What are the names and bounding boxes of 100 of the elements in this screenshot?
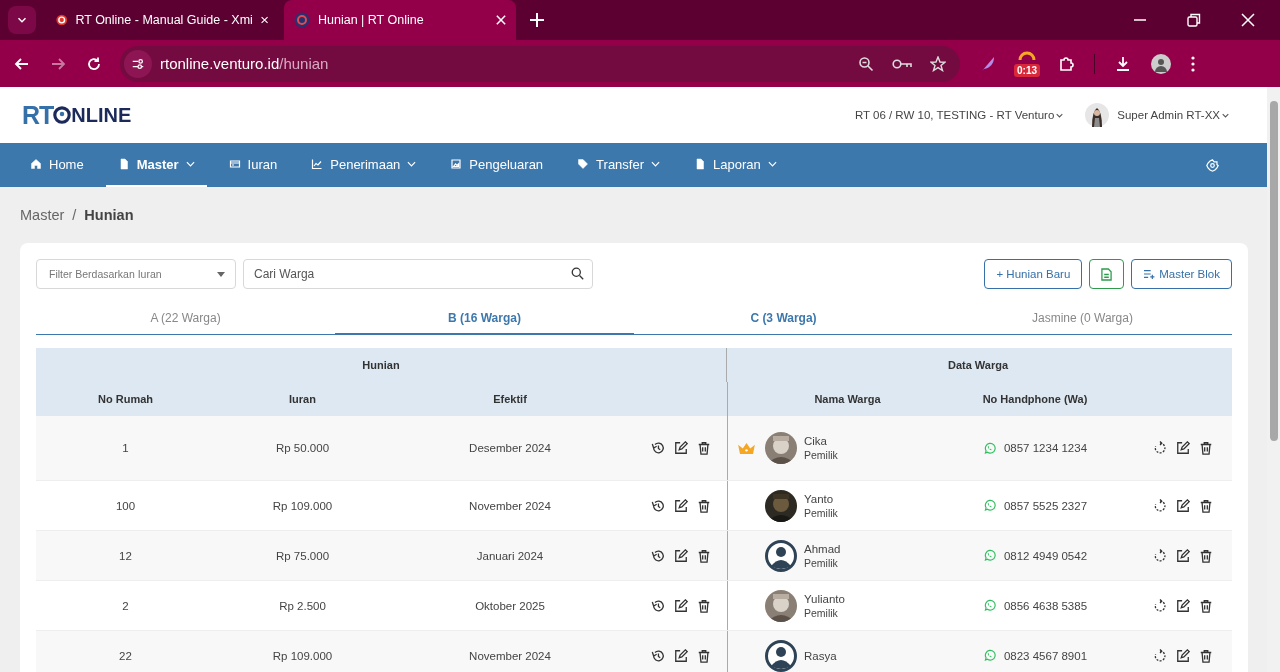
table-cell: Rp 2.500 (279, 599, 326, 612)
history-icon[interactable] (651, 648, 665, 663)
whatsapp-icon (982, 599, 996, 612)
edit-icon[interactable] (1176, 648, 1190, 663)
delete-icon[interactable] (697, 648, 711, 663)
search-field[interactable]: Cari Warga (243, 259, 593, 289)
table-row[interactable]: 22 Rp 109.000 November 2024 Rasya 0823 4567 8901 (36, 631, 1232, 672)
table-cell: 22 (119, 649, 132, 662)
edit-icon[interactable] (674, 441, 688, 455)
nav-item[interactable]: Home (18, 143, 96, 187)
forward-icon[interactable] (50, 55, 66, 72)
site-icon (56, 12, 68, 28)
block-tab[interactable]: A (22 Warga) (36, 301, 335, 335)
table-cell: 12 (119, 549, 132, 562)
menu-icon[interactable] (1191, 55, 1195, 72)
settings-icon[interactable] (1206, 158, 1219, 172)
table-cell: Rp 109.000 (272, 649, 333, 662)
delete-icon[interactable] (1199, 498, 1213, 513)
tab-title: Hunian | RT Online (318, 13, 425, 27)
reset-icon[interactable] (1153, 498, 1167, 513)
edit-icon[interactable] (674, 548, 688, 563)
search-icon[interactable] (571, 267, 584, 280)
chevron-down-icon[interactable] (1056, 112, 1064, 118)
close-icon[interactable] (496, 15, 506, 25)
close-icon[interactable] (260, 15, 268, 25)
filter-dropdown[interactable]: Filter Berdasarkan Iuran (36, 259, 236, 289)
reset-icon[interactable] (1153, 598, 1167, 613)
block-tab[interactable]: B (16 Warga) (335, 301, 634, 335)
table-cell: 0857 5525 2327 (1003, 499, 1088, 512)
nav-item[interactable]: Master (105, 143, 207, 187)
edit-icon[interactable] (674, 648, 688, 663)
table-cell: 100 (115, 499, 136, 512)
address-bar[interactable]: rtonline.venturo.id/hunian (120, 45, 960, 82)
master-block-button[interactable]: Master Blok (1131, 259, 1232, 289)
caret-down-icon (217, 271, 225, 277)
nav-item[interactable]: Penerimaan (299, 143, 429, 187)
history-icon[interactable] (651, 548, 665, 563)
delete-icon[interactable] (1199, 648, 1213, 663)
new-tab-icon[interactable] (530, 13, 544, 27)
column-header: Iuran (289, 393, 316, 405)
breadcrumb-item: Hunian (84, 207, 134, 223)
edit-icon[interactable] (1176, 598, 1190, 613)
table-row[interactable]: 1 Rp 50.000 Desember 2024 Cika Pemilik 0857 1234 1234 (36, 416, 1232, 481)
history-icon[interactable] (651, 498, 665, 513)
organization-dropdown[interactable]: RT 06 / RW 10, TESTING - RT Venturo (854, 109, 1055, 121)
nav-item[interactable]: Transfer (565, 143, 672, 187)
edit-icon[interactable] (674, 498, 688, 513)
site-settings-icon[interactable] (124, 49, 152, 78)
resident-name: Rasya (804, 649, 837, 662)
nav-item[interactable]: Iuran (216, 143, 290, 187)
delete-icon[interactable] (697, 548, 711, 563)
line-chart-icon (311, 158, 324, 170)
reset-icon[interactable] (1153, 548, 1167, 563)
edit-icon[interactable] (1176, 498, 1190, 513)
browser-tab[interactable]: RT Online - Manual Guide - Xmi (46, 0, 278, 40)
column-group-header: Data Warga (947, 359, 1009, 371)
edit-icon[interactable] (1176, 441, 1190, 455)
delete-icon[interactable] (697, 498, 711, 513)
extension-icon[interactable] (1018, 49, 1036, 60)
reload-icon[interactable] (86, 55, 102, 72)
delete-icon[interactable] (1199, 548, 1213, 563)
chevron-down-icon[interactable] (1222, 112, 1229, 118)
puzzle-icon[interactable] (1058, 55, 1074, 72)
table-row[interactable]: 100 Rp 109.000 November 2024 Yanto Pemilik 0857 5525 2327 (36, 481, 1232, 531)
edit-icon[interactable] (1176, 548, 1190, 563)
nav-item[interactable]: Pengeluaran (438, 143, 556, 187)
restore-icon[interactable] (1187, 13, 1201, 27)
table-row[interactable]: 2 Rp 2.500 Oktober 2025 Yulianto Pemilik 0856 4638 5385 (36, 581, 1232, 631)
resident-role: Pemilik (804, 556, 839, 569)
resident-name: Cika (804, 435, 828, 447)
block-tab[interactable]: C (3 Warga) (634, 301, 933, 335)
edit-icon[interactable] (674, 598, 688, 613)
reset-icon[interactable] (1153, 441, 1167, 455)
table-row[interactable]: 12 Rp 75.000 Januari 2024 Ahmad Pemilik 0812 4949 0542 (36, 531, 1232, 581)
zoom-out-icon[interactable] (858, 55, 874, 72)
profile-avatar-icon[interactable] (1151, 53, 1171, 74)
user-dropdown[interactable]: Super Admin RT-XX (1117, 109, 1220, 121)
back-icon[interactable] (14, 55, 30, 72)
history-icon[interactable] (651, 441, 665, 455)
close-icon[interactable] (1241, 13, 1255, 27)
delete-icon[interactable] (697, 598, 711, 613)
export-button[interactable] (1089, 259, 1125, 289)
key-icon[interactable] (892, 57, 912, 70)
nav-item[interactable]: Laporan (682, 143, 789, 187)
history-icon[interactable] (651, 598, 665, 613)
delete-icon[interactable] (697, 441, 711, 455)
delete-icon[interactable] (1199, 441, 1213, 455)
resident-role: Pemilik (804, 449, 838, 461)
new-residence-button[interactable]: + Hunian Baru (984, 259, 1083, 289)
block-tab[interactable]: Jasmine (0 Warga) (933, 301, 1232, 335)
browser-tab[interactable]: Hunian | RT Online (284, 0, 516, 40)
reset-icon[interactable] (1153, 648, 1167, 663)
breadcrumb-item[interactable]: Master (20, 207, 65, 223)
url-text: rtonline.venturo.id/hunian (160, 55, 329, 72)
star-icon[interactable] (930, 55, 946, 72)
download-icon[interactable] (1115, 55, 1131, 72)
feather-icon[interactable] (980, 55, 996, 72)
logo[interactable]: RT NLINE (22, 102, 132, 128)
tab-list-button[interactable] (8, 6, 36, 34)
delete-icon[interactable] (1199, 598, 1213, 613)
